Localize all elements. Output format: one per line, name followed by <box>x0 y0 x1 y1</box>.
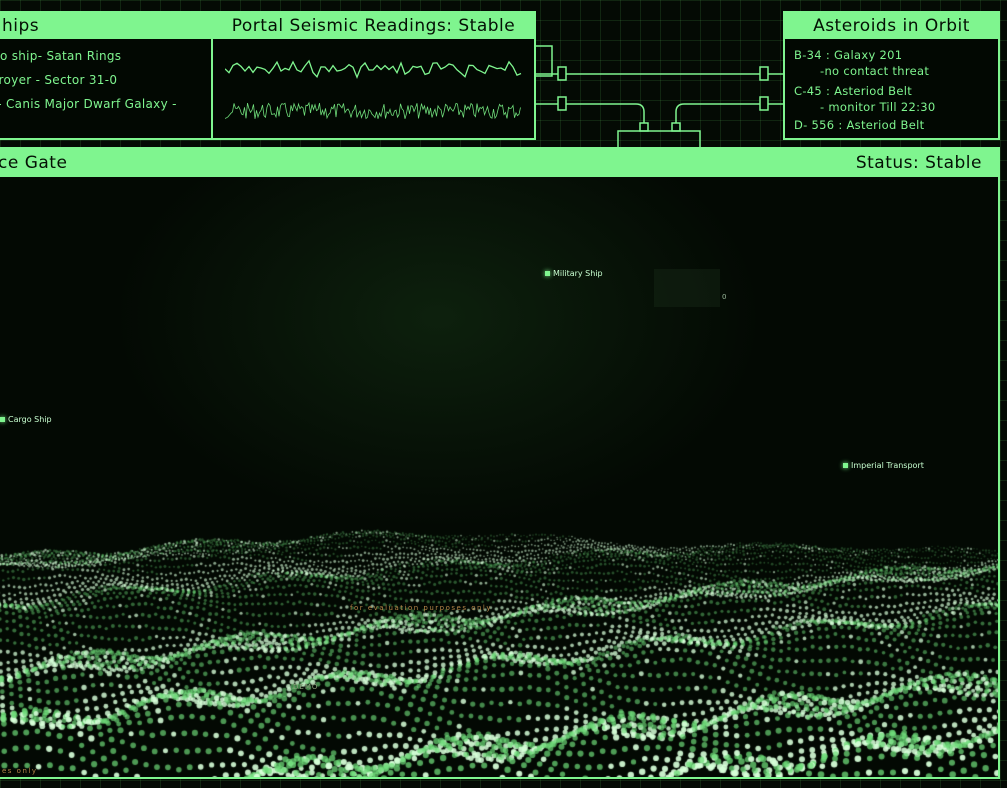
seismic-panel: Portal Seismic Readings: Stable <box>211 11 536 140</box>
asteroid-note: - monitor Till 22:30 <box>820 100 936 114</box>
square-dot-icon <box>545 271 550 276</box>
marker-military-ship[interactable]: Military Ship <box>545 269 603 278</box>
seismic-waveforms <box>225 59 522 120</box>
ship-entry: stroyer - Sector 31-0 <box>0 73 118 87</box>
square-dot-icon <box>0 417 5 422</box>
gate-status: Status: Stable <box>855 153 982 173</box>
asteroid-entry: B-34 : Galaxy 201 <box>794 48 903 62</box>
space-gate-header: ce Gate Status: Stable <box>0 149 998 177</box>
space-gate-title: ce Gate <box>0 153 68 173</box>
marker-label: Military Ship <box>553 269 603 278</box>
asteroid-entry: D- 556 : Asteriod Belt <box>794 118 925 132</box>
panel-connectors <box>536 45 784 148</box>
evaluation-watermark: for evaluation purposes only <box>350 604 493 612</box>
demo-watermark: DEMO <box>293 683 319 691</box>
space-gate-panel: ce Gate Status: Stable 0 Military Ship C… <box>0 147 1000 779</box>
asteroids-panel-title: Asteroids in Orbit <box>785 13 998 39</box>
ships-panel-title: hips <box>0 13 213 39</box>
ships-panel: hips rgo ship- Satan Rings stroyer - Sec… <box>0 11 213 140</box>
ship-entry: rgo ship- Satan Rings <box>0 49 122 63</box>
asteroids-panel: Asteroids in Orbit B-34 : Galaxy 201 -no… <box>783 11 1000 140</box>
zero-readout: 0 <box>722 293 727 301</box>
marker-imperial-transport[interactable]: Imperial Transport <box>843 461 924 470</box>
seismic-panel-title: Portal Seismic Readings: Stable <box>213 13 534 39</box>
particle-wave-field <box>0 177 998 777</box>
marker-label: Imperial Transport <box>851 461 924 470</box>
seismic-wave-secondary <box>225 101 521 120</box>
seismic-wave-primary <box>225 59 522 79</box>
square-dot-icon <box>843 463 848 468</box>
corner-watermark: es only <box>2 767 38 775</box>
asteroid-note: -no contact threat <box>820 64 930 78</box>
asteroid-entry: C-45 : Asteriod Belt <box>794 84 913 98</box>
marker-cargo-ship[interactable]: Cargo Ship <box>0 415 52 424</box>
hover-tooltip-box <box>654 269 720 307</box>
ship-entry: rt- Canis Major Dwarf Galaxy - <box>0 97 177 111</box>
marker-label: Cargo Ship <box>8 415 52 424</box>
